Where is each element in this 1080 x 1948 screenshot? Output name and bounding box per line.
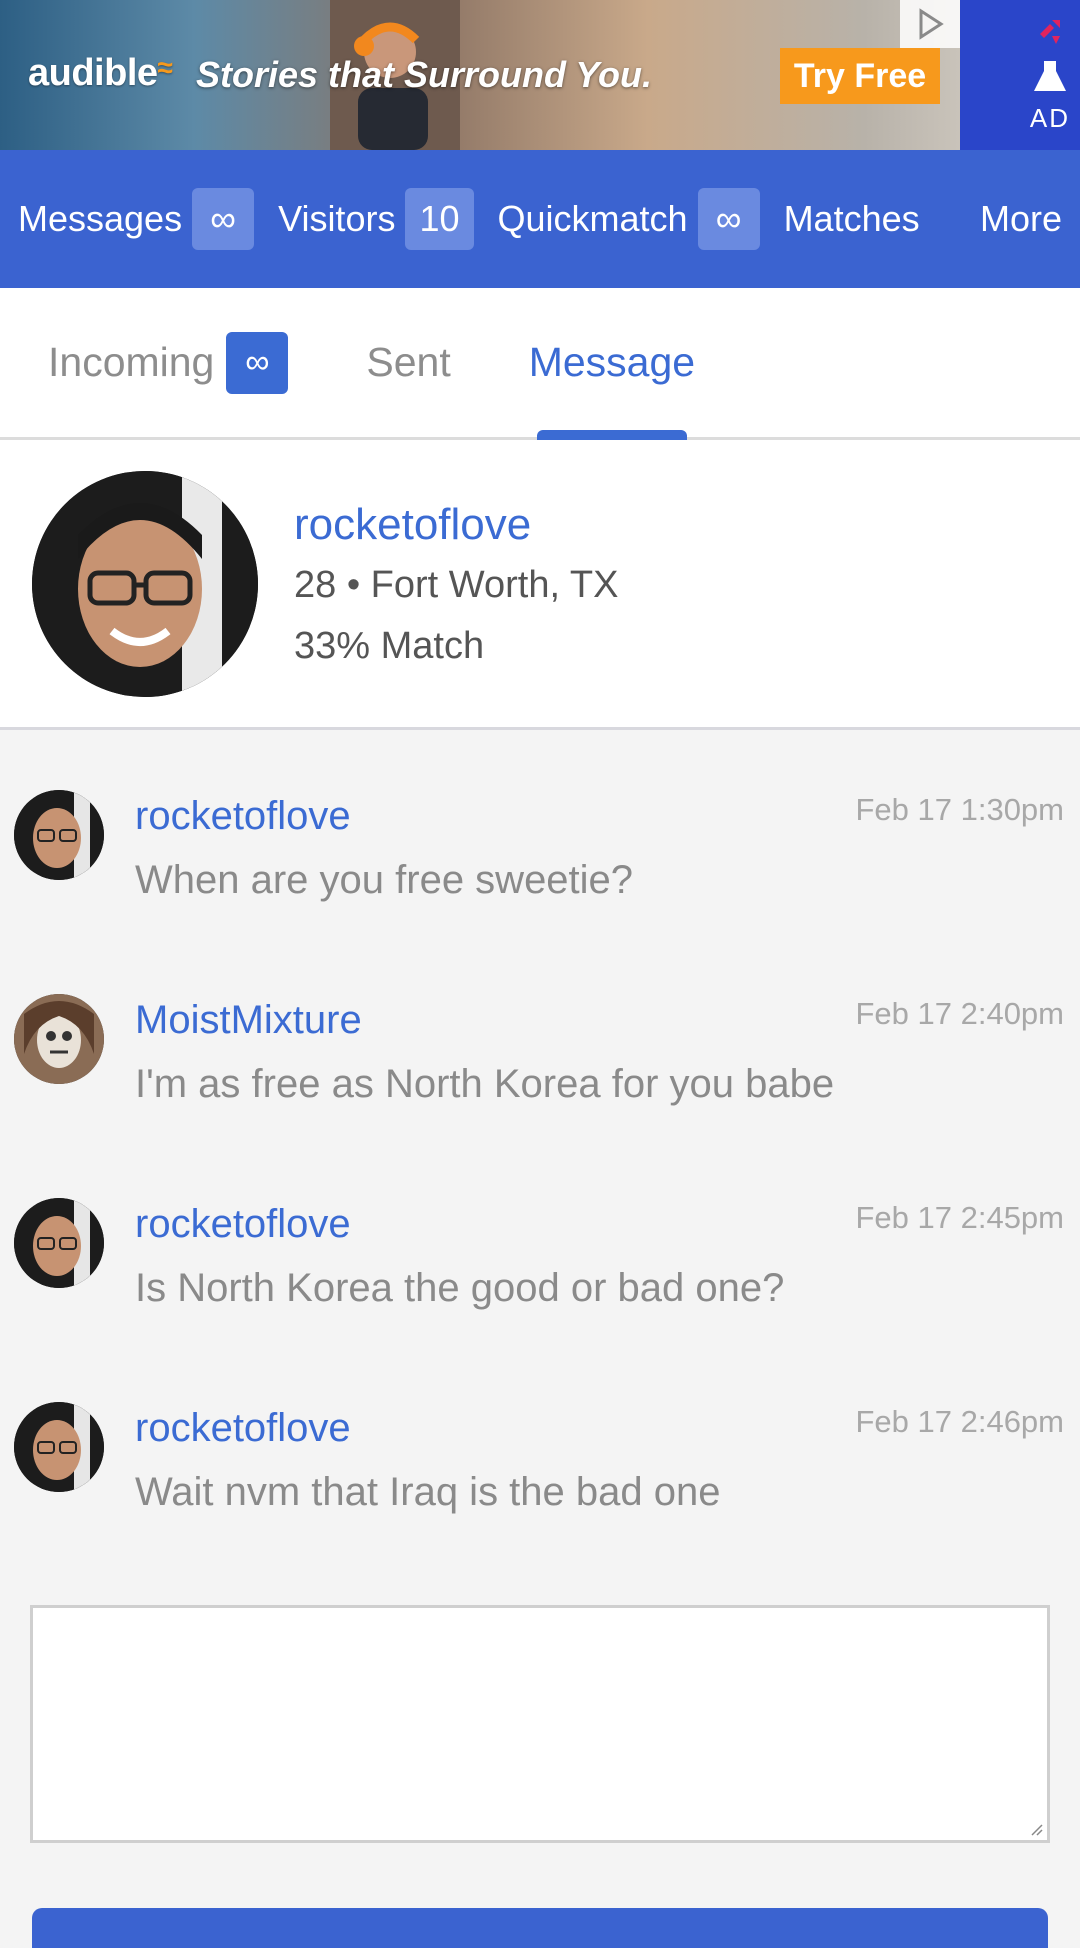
sender-avatar-image xyxy=(14,1402,104,1492)
profile-username[interactable]: rocketoflove xyxy=(294,500,618,550)
avatar xyxy=(32,470,258,697)
resize-grip-icon[interactable] xyxy=(1027,1820,1043,1836)
ad-label: AD xyxy=(1029,103,1070,133)
sender-avatar-image xyxy=(14,994,104,1084)
message-sender[interactable]: MoistMixture xyxy=(135,998,362,1043)
message-timestamp: Feb 17 2:40pm xyxy=(855,996,1064,1031)
flask-icon xyxy=(1034,61,1066,91)
profile-details: 28 • Fort Worth, TX xyxy=(294,563,619,606)
avatar[interactable] xyxy=(14,994,104,1084)
nav-item-quickmatch[interactable]: Quickmatch ∞ xyxy=(498,188,760,250)
tab-label: Incoming xyxy=(48,339,215,385)
ad-brand-logo: audible≈ xyxy=(28,52,173,94)
message-item: rocketoflove Feb 17 1:30pm When are you … xyxy=(0,754,1080,958)
active-tab-indicator xyxy=(536,430,687,440)
message-composer xyxy=(30,1605,1050,1843)
tab-sent[interactable]: Sent xyxy=(366,288,450,437)
ad-tagline: Stories that Surround You. xyxy=(196,54,653,95)
nav-item-label: More xyxy=(979,198,1062,239)
message-timestamp: Feb 17 2:46pm xyxy=(855,1404,1064,1439)
message-timestamp: Feb 17 2:45pm xyxy=(855,1200,1064,1235)
message-thread: rocketoflove Feb 17 1:30pm When are you … xyxy=(0,730,1080,1570)
ad-banner[interactable]: audible≈ Stories that Surround You. Try … xyxy=(0,0,1080,150)
tab-label: Sent xyxy=(366,339,451,385)
nav-item-matches[interactable]: Matches xyxy=(784,198,920,240)
message-tabs: Incoming ∞ Sent Message xyxy=(0,288,1080,440)
nav-item-label: Matches xyxy=(783,198,920,239)
message-item: rocketoflove Feb 17 2:46pm Wait nvm that… xyxy=(0,1366,1080,1570)
message-timestamp: Feb 17 1:30pm xyxy=(855,792,1064,827)
count-badge: ∞ xyxy=(697,188,760,250)
count-badge: ∞ xyxy=(226,331,289,394)
nav-item-more[interactable]: More xyxy=(980,198,1062,240)
brand-mark-icon xyxy=(1040,20,1060,44)
ad-choices-icon[interactable] xyxy=(900,0,960,48)
message-input[interactable] xyxy=(33,1608,1047,1840)
sender-avatar-image xyxy=(14,790,104,880)
message-item: rocketoflove Feb 17 2:45pm Is North Kore… xyxy=(0,1162,1080,1366)
ad-side-panel: AD xyxy=(960,0,1080,150)
profile-info: rocketoflove 28 • Fort Worth, TX 33% Mat… xyxy=(294,500,618,668)
tab-label: Message xyxy=(528,339,696,385)
message-text: When are you free sweetie? xyxy=(135,858,634,902)
sender-avatar-image xyxy=(14,1198,104,1288)
avatar[interactable] xyxy=(14,790,104,880)
send-button[interactable] xyxy=(32,1908,1048,1948)
nav-item-visitors[interactable]: Visitors 10 xyxy=(278,188,474,250)
ad-try-free-button[interactable]: Try Free xyxy=(780,48,940,104)
nav-item-label: Visitors xyxy=(278,198,396,239)
avatar[interactable] xyxy=(14,1198,104,1288)
profile-photo[interactable] xyxy=(32,470,258,697)
message-sender[interactable]: rocketoflove xyxy=(135,1202,351,1247)
top-nav: Messages ∞ Visitors 10 Quickmatch ∞ Matc… xyxy=(0,150,1080,288)
message-text: Wait nvm that Iraq is the bad one xyxy=(135,1470,721,1514)
nav-item-messages[interactable]: Messages ∞ xyxy=(18,188,255,250)
tab-incoming[interactable]: Incoming ∞ xyxy=(48,288,289,437)
message-text: I'm as free as North Korea for you babe xyxy=(135,1062,835,1106)
match-percentage: 33% Match xyxy=(294,624,485,667)
count-badge: ∞ xyxy=(192,188,255,250)
tab-message[interactable]: Message xyxy=(528,288,696,440)
avatar[interactable] xyxy=(14,1402,104,1492)
message-item: MoistMixture Feb 17 2:40pm I'm as free a… xyxy=(0,958,1080,1162)
profile-header[interactable]: rocketoflove 28 • Fort Worth, TX 33% Mat… xyxy=(0,440,1080,730)
message-sender[interactable]: rocketoflove xyxy=(135,794,351,839)
count-badge: 10 xyxy=(405,188,474,250)
nav-item-label: Quickmatch xyxy=(497,198,688,239)
play-triangle-icon xyxy=(919,8,944,40)
message-sender[interactable]: rocketoflove xyxy=(135,1406,351,1451)
message-text: Is North Korea the good or bad one? xyxy=(135,1266,785,1310)
nav-item-label: Messages xyxy=(18,198,183,239)
